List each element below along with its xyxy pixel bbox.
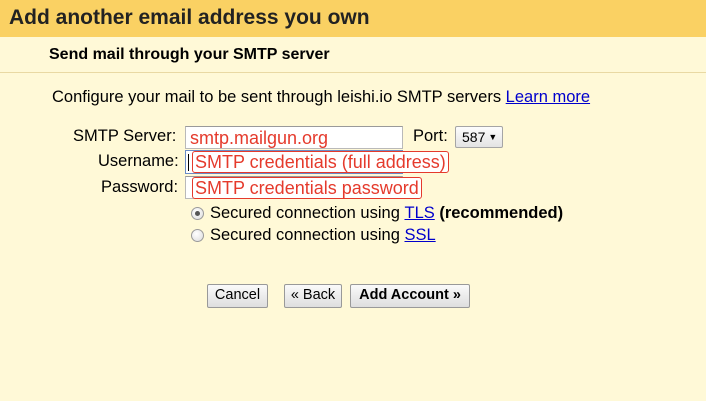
dialog-title: Add another email address you own (0, 0, 706, 37)
cancel-button[interactable]: Cancel (207, 284, 268, 308)
description-text: Configure your mail to be sent through l… (52, 88, 502, 106)
password-input[interactable]: SMTP credentials password (185, 176, 422, 199)
smtp-server-value: smtp.mailgun.org (190, 128, 329, 148)
port-select[interactable]: 587 ▼ (455, 126, 503, 148)
smtp-server-input[interactable]: smtp.mailgun.org (185, 126, 403, 149)
password-label: Password: (101, 178, 179, 196)
password-value: SMTP credentials password (192, 177, 422, 199)
port-label: Port: (413, 127, 448, 145)
ssl-link[interactable]: SSL (404, 226, 435, 245)
ssl-option[interactable]: Secured connection using SSL (191, 226, 436, 245)
username-label: Username: (98, 152, 179, 170)
dropdown-caret-icon: ▼ (488, 132, 498, 142)
tls-radio[interactable] (191, 207, 204, 220)
port-value: 587 (462, 129, 486, 145)
tls-link[interactable]: TLS (404, 204, 434, 223)
learn-more-link[interactable]: Learn more (506, 88, 590, 106)
tls-option[interactable]: Secured connection using TLS (recommende… (191, 204, 563, 223)
username-value: SMTP credentials (full address) (192, 151, 449, 173)
tls-recommended: (recommended) (439, 204, 564, 222)
back-button[interactable]: « Back (284, 284, 342, 308)
username-input[interactable]: SMTP credentials (full address) (185, 150, 449, 174)
description: Configure your mail to be sent through l… (52, 88, 590, 107)
tls-prefix: Secured connection using (210, 204, 400, 222)
ssl-prefix: Secured connection using (210, 226, 400, 244)
ssl-radio[interactable] (191, 229, 204, 242)
smtp-server-label: SMTP Server: (73, 127, 177, 145)
dialog-subtitle: Send mail through your SMTP server (0, 37, 706, 73)
add-account-button[interactable]: Add Account » (350, 284, 470, 308)
